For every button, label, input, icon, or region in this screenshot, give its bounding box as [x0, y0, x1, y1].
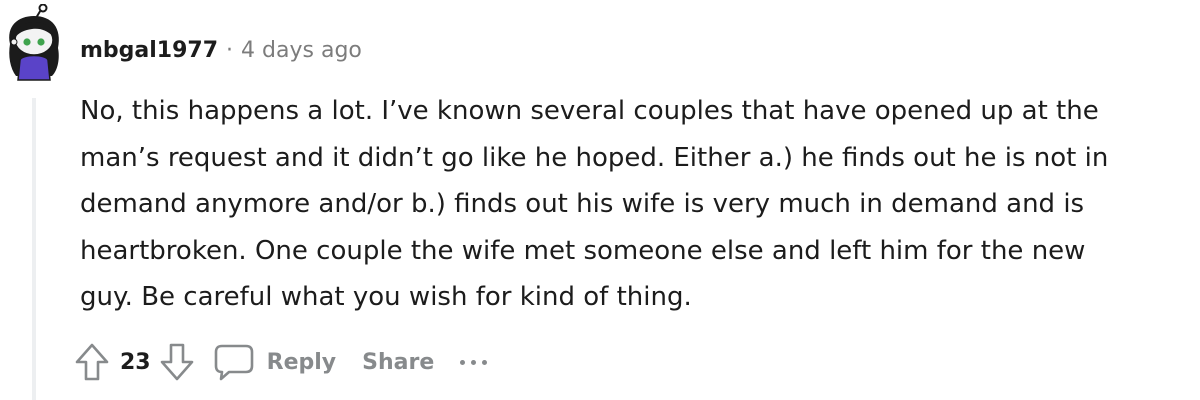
username[interactable]: mbgal1977: [80, 38, 218, 63]
upvote-arrow-icon: [75, 343, 109, 381]
upvote-button[interactable]: [72, 342, 112, 382]
ellipsis-icon: [482, 359, 488, 365]
timestamp[interactable]: 4 days ago: [241, 38, 362, 63]
share-button[interactable]: Share: [362, 350, 434, 375]
comment-body: No, this happens a lot. I’ve known sever…: [80, 88, 1190, 321]
snoo-avatar-icon: [9, 3, 59, 81]
comment-body-line: guy. Be careful what you wish for kind o…: [80, 282, 692, 312]
comment: mbgal1977 · 4 days ago No, this happens …: [0, 0, 1200, 400]
ellipsis-icon: [471, 359, 477, 365]
thread-line[interactable]: [32, 98, 36, 400]
comment-meta: mbgal1977 · 4 days ago: [80, 34, 362, 66]
comment-body-line: demand anymore and/or b.) finds out his …: [80, 189, 1085, 219]
reply-button[interactable]: Reply: [213, 342, 337, 382]
avatar[interactable]: [2, 3, 66, 82]
more-options-button[interactable]: [460, 352, 488, 372]
vote-count: 23: [120, 349, 151, 375]
speech-bubble-icon: [214, 344, 253, 381]
comment-actions: 23 Reply Share: [72, 338, 488, 386]
comment-body-line: heartbroken. One couple the wife met som…: [80, 235, 1086, 266]
downvote-button[interactable]: [157, 342, 197, 382]
ellipsis-icon: [460, 359, 466, 365]
comment-body-line: man’s request and it didn’t go like he h…: [80, 142, 1109, 173]
meta-separator: ·: [226, 37, 234, 63]
comment-body-line: No, this happens a lot. I’ve known sever…: [80, 96, 1099, 126]
downvote-arrow-icon: [160, 343, 193, 381]
reply-label: Reply: [266, 349, 337, 375]
